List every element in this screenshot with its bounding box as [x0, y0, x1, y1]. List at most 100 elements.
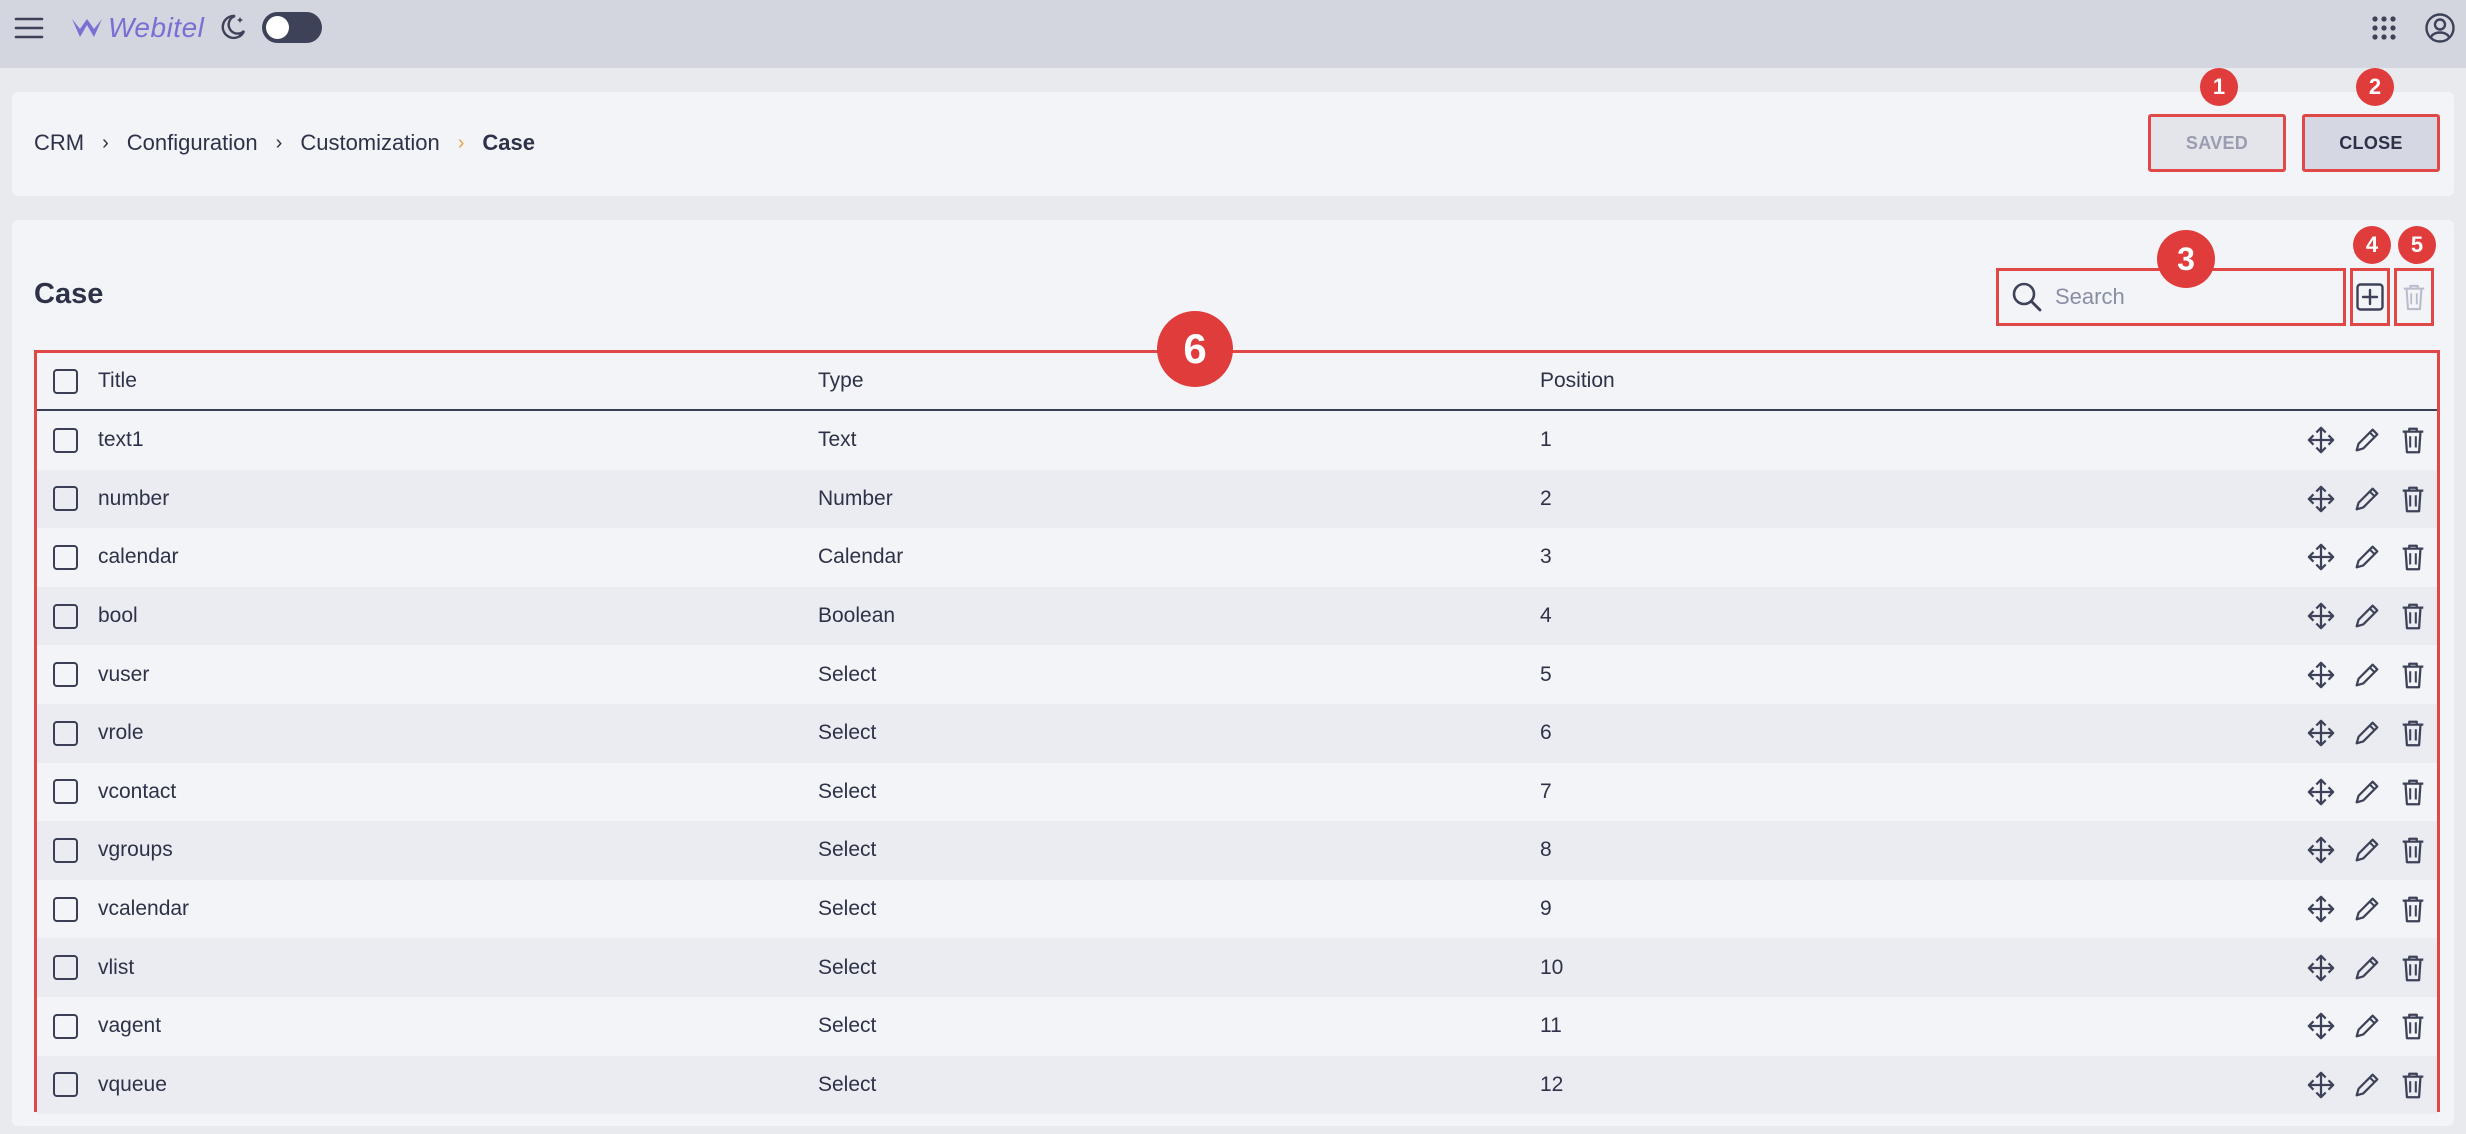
table-row[interactable]: vuser Select 5: [37, 645, 2437, 704]
table-row[interactable]: vcontact Select 7: [37, 763, 2437, 822]
theme-moon-icon: [218, 12, 248, 42]
row-checkbox[interactable]: [53, 486, 78, 512]
edit-icon[interactable]: [2351, 483, 2383, 515]
theme-toggle[interactable]: [262, 12, 322, 43]
edit-icon[interactable]: [2351, 600, 2383, 632]
account-icon[interactable]: [2424, 12, 2456, 44]
breadcrumb-configuration[interactable]: Configuration: [127, 130, 258, 156]
table-row[interactable]: calendar Calendar 3: [37, 528, 2437, 587]
delete-icon[interactable]: [2397, 952, 2429, 984]
trash-icon: [2403, 284, 2425, 311]
table-row[interactable]: vcalendar Select 9: [37, 880, 2437, 939]
delete-icon[interactable]: [2397, 659, 2429, 691]
breadcrumb-current: Case: [482, 130, 535, 155]
row-checkbox[interactable]: [53, 544, 78, 570]
delete-icon[interactable]: [2397, 1010, 2429, 1042]
row-type: Select: [818, 1014, 877, 1038]
edit-icon[interactable]: [2351, 776, 2383, 808]
table-row[interactable]: vgroups Select 8: [37, 821, 2437, 880]
column-header-position[interactable]: Position: [1540, 369, 2140, 393]
annotation-badge: 3: [2157, 230, 2215, 288]
apps-grid-icon[interactable]: [2370, 14, 2398, 42]
edit-icon[interactable]: [2351, 659, 2383, 691]
move-icon[interactable]: [2305, 1010, 2337, 1042]
move-icon[interactable]: [2305, 893, 2337, 925]
chevron-right-icon: ›: [275, 131, 283, 154]
menu-icon[interactable]: [14, 13, 44, 43]
close-button[interactable]: CLOSE: [2302, 114, 2440, 172]
edit-icon[interactable]: [2351, 541, 2383, 573]
delete-icon[interactable]: [2397, 834, 2429, 866]
delete-icon[interactable]: [2397, 483, 2429, 515]
delete-icon[interactable]: [2397, 424, 2429, 456]
select-all-checkbox[interactable]: [53, 368, 78, 394]
row-actions: [2305, 600, 2437, 632]
row-checkbox[interactable]: [53, 955, 78, 981]
row-checkbox[interactable]: [53, 1013, 78, 1039]
row-actions: [2305, 424, 2437, 456]
row-actions: [2305, 1069, 2437, 1101]
column-header-title[interactable]: Title: [98, 369, 818, 393]
edit-icon[interactable]: [2351, 893, 2383, 925]
row-checkbox[interactable]: [53, 662, 78, 688]
move-icon[interactable]: [2305, 541, 2337, 573]
webitel-logo-icon: [72, 19, 102, 37]
row-checkbox[interactable]: [53, 896, 78, 922]
table-row[interactable]: vqueue Select 12: [37, 1055, 2437, 1115]
edit-icon[interactable]: [2351, 424, 2383, 456]
move-icon[interactable]: [2305, 952, 2337, 984]
row-checkbox[interactable]: [53, 837, 78, 863]
delete-icon[interactable]: [2397, 717, 2429, 749]
table-row[interactable]: text1 Text 1: [37, 411, 2437, 470]
move-icon[interactable]: [2305, 1069, 2337, 1101]
row-title: vagent: [98, 1014, 162, 1038]
delete-icon[interactable]: [2397, 776, 2429, 808]
row-actions: [2305, 659, 2437, 691]
move-icon[interactable]: [2305, 776, 2337, 808]
breadcrumb-crm[interactable]: CRM: [34, 130, 84, 156]
row-position: 9: [1540, 897, 1552, 921]
row-actions: [2305, 776, 2437, 808]
annotation-badge: 2: [2356, 68, 2394, 106]
search-input[interactable]: [2055, 284, 2335, 310]
logo-text: Webitel: [108, 12, 205, 43]
breadcrumb-customization[interactable]: Customization: [300, 130, 439, 156]
move-icon[interactable]: [2305, 659, 2337, 691]
row-type: Number: [818, 486, 893, 510]
table-row[interactable]: number Number 2: [37, 469, 2437, 529]
row-checkbox[interactable]: [53, 779, 78, 805]
table-row[interactable]: bool Boolean 4: [37, 586, 2437, 646]
chevron-right-icon: ›: [457, 131, 465, 154]
delete-icon[interactable]: [2397, 541, 2429, 573]
table-row[interactable]: vlist Select 10: [37, 938, 2437, 997]
move-icon[interactable]: [2305, 424, 2337, 456]
edit-icon[interactable]: [2351, 952, 2383, 984]
fields-table: Title Type Position text1 Text 1 number …: [34, 350, 2440, 1115]
saved-button[interactable]: SAVED: [2148, 114, 2286, 172]
row-type: Select: [818, 721, 877, 745]
edit-icon[interactable]: [2351, 834, 2383, 866]
move-icon[interactable]: [2305, 717, 2337, 749]
delete-icon[interactable]: [2397, 1069, 2429, 1101]
move-icon[interactable]: [2305, 834, 2337, 866]
webitel-logo[interactable]: Webitel: [70, 10, 204, 46]
edit-icon[interactable]: [2351, 1069, 2383, 1101]
delete-icon[interactable]: [2397, 600, 2429, 632]
row-actions: [2305, 1010, 2437, 1042]
row-checkbox[interactable]: [53, 720, 78, 746]
move-icon[interactable]: [2305, 483, 2337, 515]
table-row[interactable]: vagent Select 11: [37, 997, 2437, 1056]
row-type: Select: [818, 662, 877, 686]
edit-icon[interactable]: [2351, 717, 2383, 749]
edit-icon[interactable]: [2351, 1010, 2383, 1042]
row-checkbox[interactable]: [53, 603, 78, 629]
table-body: text1 Text 1 number Number 2 calendar Ca…: [37, 411, 2437, 1115]
table-row[interactable]: vrole Select 6: [37, 703, 2437, 763]
add-button[interactable]: [2350, 268, 2390, 326]
move-icon[interactable]: [2305, 600, 2337, 632]
row-checkbox[interactable]: [53, 1072, 78, 1098]
row-checkbox[interactable]: [53, 427, 78, 453]
delete-icon[interactable]: [2397, 893, 2429, 925]
delete-selected-button[interactable]: [2394, 268, 2434, 326]
row-position: 12: [1540, 1072, 1564, 1096]
